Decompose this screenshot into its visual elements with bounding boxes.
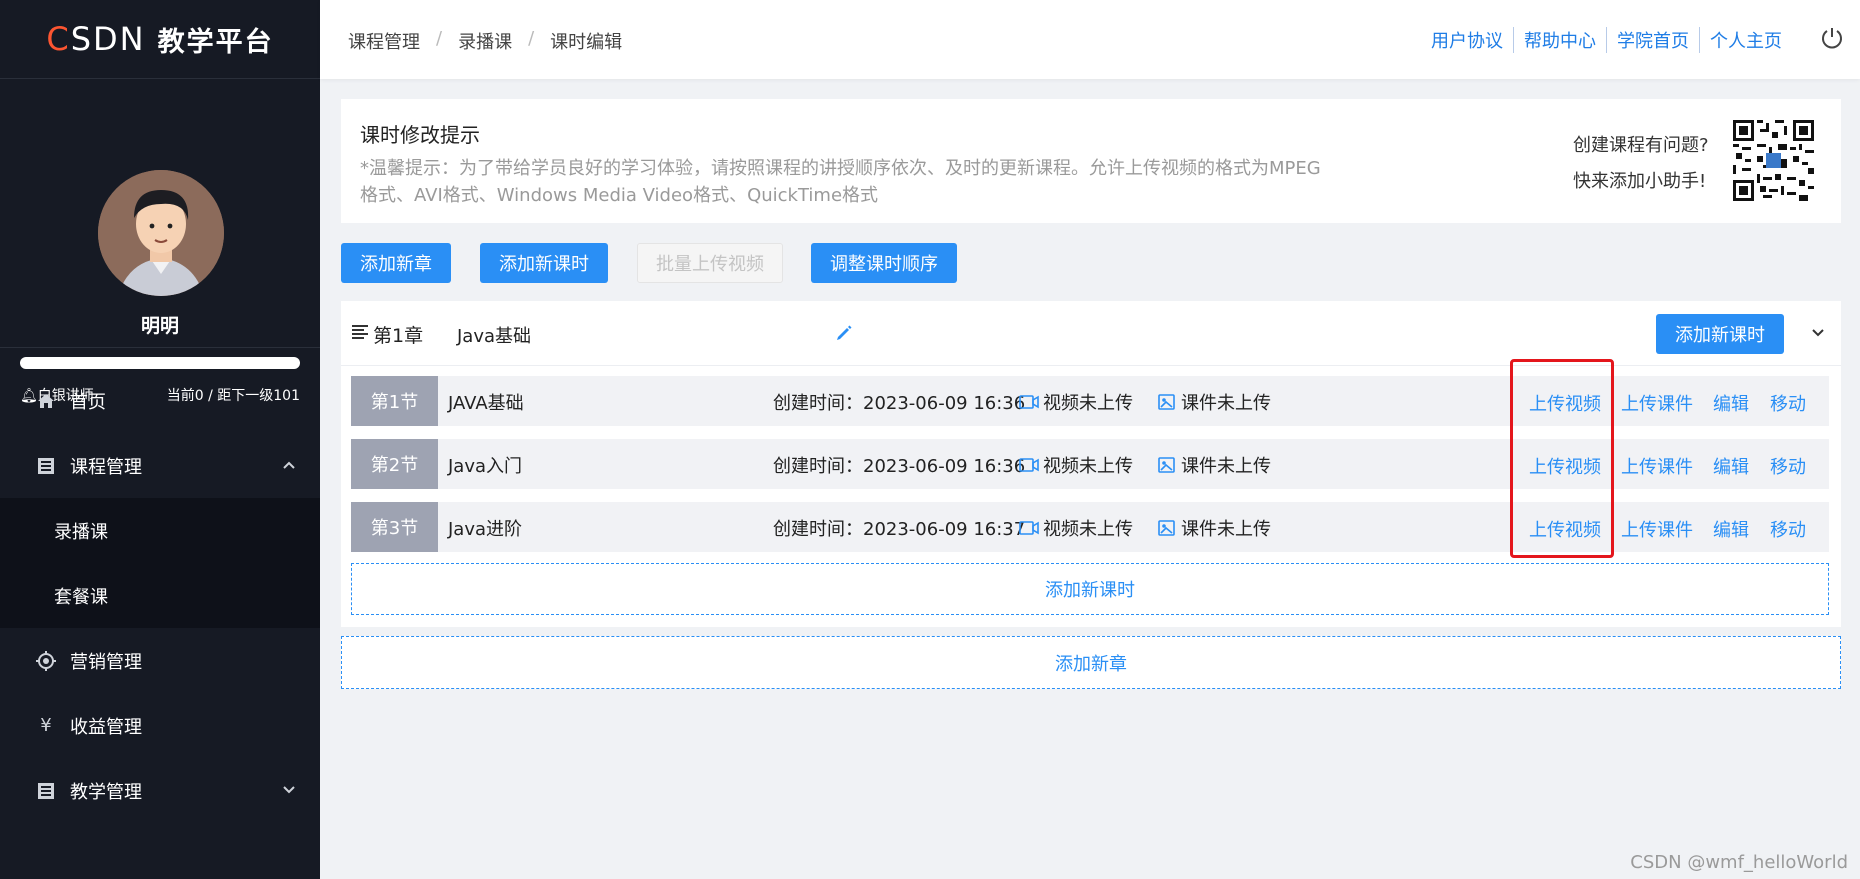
avatar[interactable]	[98, 170, 224, 296]
sidebar-item-course-management[interactable]: 课程管理	[0, 433, 320, 498]
sidebar-menu: 首页 课程管理 录播课 套餐课 营销管理 ¥ 收益管理 教学管理	[0, 368, 320, 823]
sidebar: CSDN 教学平台 明明 🔔︎白银讲师 当前0 / 距下一级101 首页 课程管…	[0, 0, 320, 879]
chevron-up-icon	[282, 458, 296, 474]
power-icon[interactable]	[1820, 26, 1844, 50]
chapter-name: Java基础	[457, 326, 532, 347]
lesson-row: 第1节 JAVA基础 创建时间：2023-06-09 16:36 视频未上传 课…	[351, 376, 1829, 426]
image-icon	[1157, 519, 1177, 537]
lesson-number: 第2节	[351, 439, 438, 489]
chapter-header: 第1章 Java基础 添加新课时	[341, 301, 1841, 366]
sidebar-item-home[interactable]: 首页	[0, 368, 320, 433]
add-chapter-dashed-button[interactable]: 添加新章	[341, 636, 1841, 689]
sidebar-item-revenue[interactable]: ¥ 收益管理	[0, 693, 320, 758]
breadcrumb-separator: /	[436, 28, 443, 49]
upload-courseware-link[interactable]: 上传课件	[1621, 453, 1693, 479]
lesson-number: 第1节	[351, 376, 438, 426]
sidebar-item-recorded-course[interactable]: 录播课	[0, 498, 320, 563]
list-icon	[36, 781, 56, 801]
lesson-created-time: 创建时间：2023-06-09 16:36	[773, 456, 1026, 477]
topbar: 课程管理 / 录播课 / 课时编辑 用户协议 帮助中心 学院首页 个人主页	[320, 0, 1860, 79]
user-agreement-link[interactable]: 用户协议	[1421, 27, 1514, 53]
helper-text: 创建课程有问题?	[1573, 135, 1709, 156]
video-icon	[1019, 519, 1039, 537]
lesson-created-time: 创建时间：2023-06-09 16:36	[773, 393, 1026, 414]
logo-brand: CSDN	[46, 20, 146, 58]
edit-link[interactable]: 编辑	[1713, 390, 1749, 416]
personal-home-link[interactable]: 个人主页	[1700, 27, 1792, 53]
upload-video-link[interactable]: 上传视频	[1529, 453, 1601, 479]
batch-upload-video-button[interactable]: 批量上传视频	[637, 243, 783, 283]
tip-panel: 课时修改提示 *温馨提示：为了带给学员良好的学习体验，请按照课程的讲授顺序依次、…	[341, 99, 1841, 223]
chevron-down-icon	[282, 783, 296, 799]
lesson-name: Java入门	[448, 456, 523, 477]
upload-video-link[interactable]: 上传视频	[1529, 516, 1601, 542]
move-link[interactable]: 移动	[1770, 390, 1806, 416]
sidebar-item-marketing[interactable]: 营销管理	[0, 628, 320, 693]
username: 明明	[140, 315, 179, 337]
help-center-link[interactable]: 帮助中心	[1514, 27, 1607, 53]
add-lesson-dashed-button[interactable]: 添加新课时	[351, 563, 1829, 615]
edit-link[interactable]: 编辑	[1713, 453, 1749, 479]
profile-card: 明明 🔔︎白银讲师 当前0 / 距下一级101	[0, 79, 320, 404]
chevron-down-icon[interactable]	[1809, 323, 1827, 341]
add-lesson-button[interactable]: 添加新课时	[480, 243, 608, 283]
list-icon	[36, 456, 56, 476]
chapter-add-lesson-button[interactable]: 添加新课时	[1656, 314, 1784, 354]
chapter-number: 第1章	[373, 325, 424, 347]
academy-home-link[interactable]: 学院首页	[1607, 27, 1700, 53]
menu-lines-icon	[352, 324, 370, 340]
lesson-row: 第3节 Java进阶 创建时间：2023-06-09 16:37 视频未上传 课…	[351, 502, 1829, 552]
tip-title: 课时修改提示	[360, 123, 480, 147]
yen-icon: ¥	[40, 715, 52, 736]
lesson-row: 第2节 Java入门 创建时间：2023-06-09 16:36 视频未上传 课…	[351, 439, 1829, 489]
tip-text: *温馨提示：为了带给学员良好的学习体验，请按照课程的讲授顺序依次、及时的更新课程…	[360, 158, 1321, 206]
home-icon	[36, 391, 56, 411]
breadcrumb-item-lesson-edit: 课时编辑	[550, 32, 623, 53]
lesson-created-time: 创建时间：2023-06-09 16:37	[773, 519, 1026, 540]
chapter-card: 第1章 Java基础 添加新课时 第1节 JAVA基础 创建时间：2023-06…	[341, 301, 1841, 627]
courseware-status: 课件未上传	[1157, 389, 1271, 415]
courseware-status: 课件未上传	[1157, 452, 1271, 478]
watermark: CSDN @wmf_helloWorld	[1630, 852, 1848, 873]
video-status: 视频未上传	[1019, 515, 1133, 541]
edit-link[interactable]: 编辑	[1713, 516, 1749, 542]
breadcrumb-item-course-management[interactable]: 课程管理	[348, 28, 420, 54]
reorder-lessons-button[interactable]: 调整课时顺序	[811, 243, 957, 283]
helper-text: 快来添加小助手!	[1573, 171, 1707, 192]
courseware-status: 课件未上传	[1157, 515, 1271, 541]
logo-title: 教学平台	[157, 26, 274, 58]
target-icon	[36, 650, 56, 671]
breadcrumb: 课程管理 / 录播课 / 课时编辑	[348, 28, 622, 54]
lesson-name: Java进阶	[448, 519, 523, 540]
video-status: 视频未上传	[1019, 389, 1133, 415]
top-links: 用户协议 帮助中心 学院首页 个人主页	[1421, 27, 1792, 53]
lesson-number: 第3节	[351, 502, 438, 552]
image-icon	[1157, 456, 1177, 474]
lesson-name: JAVA基础	[448, 393, 524, 414]
sidebar-item-teaching[interactable]: 教学管理	[0, 758, 320, 823]
move-link[interactable]: 移动	[1770, 516, 1806, 542]
image-icon	[1157, 393, 1177, 411]
course-submenu: 录播课 套餐课	[0, 498, 320, 628]
breadcrumb-item-recorded[interactable]: 录播课	[458, 28, 512, 54]
sidebar-item-package-course[interactable]: 套餐课	[0, 563, 320, 628]
upload-courseware-link[interactable]: 上传课件	[1621, 516, 1693, 542]
logo[interactable]: CSDN 教学平台	[0, 0, 320, 79]
upload-video-link[interactable]: 上传视频	[1529, 390, 1601, 416]
qr-code	[1733, 120, 1814, 201]
add-chapter-button[interactable]: 添加新章	[341, 243, 451, 283]
video-icon	[1019, 393, 1039, 411]
breadcrumb-separator: /	[528, 28, 535, 49]
upload-courseware-link[interactable]: 上传课件	[1621, 390, 1693, 416]
pencil-icon[interactable]	[835, 324, 853, 342]
video-status: 视频未上传	[1019, 452, 1133, 478]
move-link[interactable]: 移动	[1770, 453, 1806, 479]
video-icon	[1019, 456, 1039, 474]
